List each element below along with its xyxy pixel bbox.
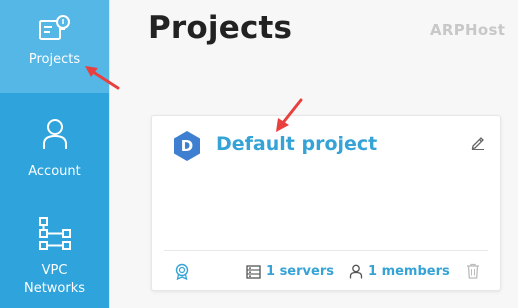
sidebar-divider: [109, 0, 110, 308]
projects-icon: [38, 15, 70, 40]
annotation-arrow-project-title: [276, 98, 303, 132]
annotation-arrow-projects: [85, 66, 120, 90]
card-footer: 1 servers 1 members: [164, 250, 488, 290]
sidebar-item-vpc-networks[interactable]: VPC Networks: [0, 200, 109, 308]
sidebar-item-account[interactable]: Account: [0, 93, 109, 193]
account-icon: [42, 119, 67, 149]
page-title: Projects: [148, 10, 293, 46]
brand-logo: ARPHost: [430, 21, 506, 39]
servers-icon: [246, 264, 261, 279]
servers-link[interactable]: 1 servers: [246, 264, 334, 279]
servers-count: 1 servers: [266, 264, 334, 279]
project-avatar-letter: D: [181, 137, 193, 155]
sidebar-item-label: Account: [28, 164, 81, 179]
project-avatar: D: [174, 131, 200, 161]
sidebar-item-label: VPC Networks: [23, 263, 86, 296]
user-icon: [349, 264, 363, 279]
sidebar-item-label: Projects: [28, 52, 81, 67]
trash-icon[interactable]: [466, 263, 480, 279]
pencil-icon[interactable]: [470, 134, 486, 150]
members-link[interactable]: 1 members: [349, 264, 450, 279]
sidebar: Projects Account VPC Networks: [0, 0, 109, 308]
members-count: 1 members: [368, 264, 450, 279]
badge-icon[interactable]: [174, 263, 190, 280]
project-card[interactable]: D Default project 1 servers 1 members: [151, 115, 501, 291]
project-title-link[interactable]: Default project: [216, 133, 377, 155]
vpc-networks-icon: [38, 217, 71, 250]
